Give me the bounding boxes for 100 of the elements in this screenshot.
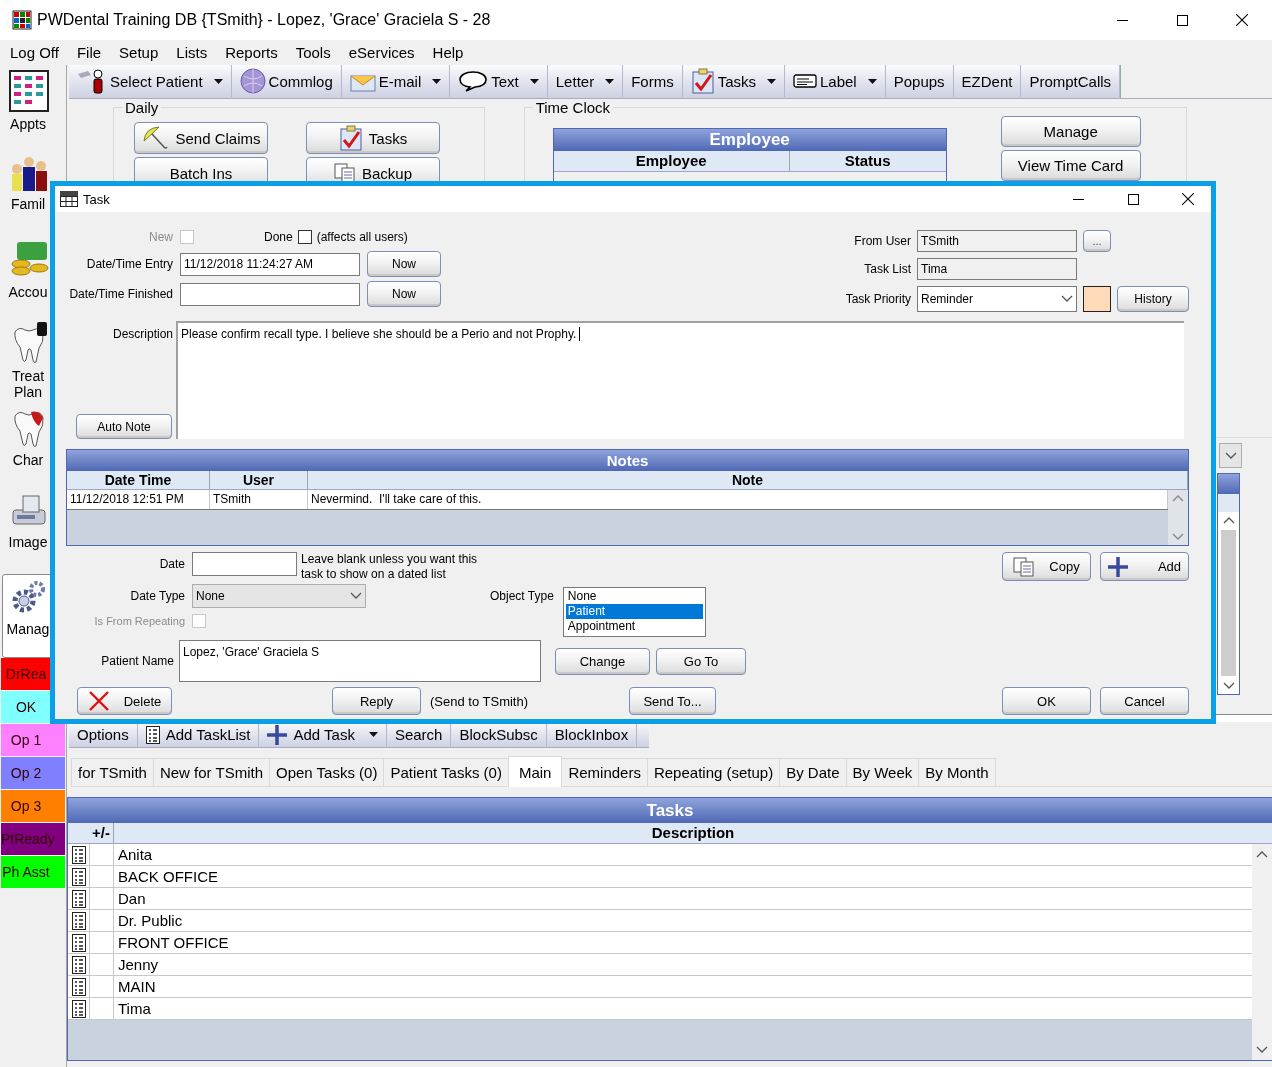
- checkbox[interactable]: [297, 230, 312, 244]
- list-icon: [145, 725, 160, 744]
- tab[interactable]: Main: [507, 756, 563, 787]
- toolbar-button[interactable]: Label: [785, 65, 886, 97]
- cancel-button[interactable]: Cancel: [1100, 687, 1189, 715]
- card-icon: [793, 74, 817, 88]
- change-button[interactable]: Change: [555, 647, 650, 675]
- dropdown-field[interactable]: Reminder: [917, 286, 1077, 312]
- status-button[interactable]: Ph Asst: [1, 856, 65, 888]
- browse-button[interactable]: ...: [1083, 230, 1111, 252]
- dropdown-field[interactable]: None: [192, 584, 366, 608]
- status-button[interactable]: Op 3: [1, 790, 65, 822]
- daily-button[interactable]: Send Claims: [134, 122, 268, 154]
- grid-icon: [12, 10, 32, 30]
- cross-icon: [87, 690, 110, 712]
- plus-icon: [1107, 556, 1128, 577]
- table-cell[interactable]: Nevermind. I'll take care of this.: [308, 490, 1168, 509]
- menu-item[interactable]: Help: [423, 40, 473, 65]
- calendar-grid-icon: [9, 70, 49, 112]
- module-button[interactable]: Appts: [2, 65, 65, 149]
- tab[interactable]: By Month: [918, 758, 996, 786]
- toolbar-button[interactable]: Letter: [547, 65, 624, 97]
- toolbar-button[interactable]: Forms: [623, 65, 683, 97]
- toolbar-button[interactable]: EZDent: [953, 65, 1022, 97]
- menu-item[interactable]: eServices: [339, 40, 424, 65]
- module-button[interactable]: Treat Plan: [2, 317, 65, 401]
- add-button[interactable]: Add: [1100, 552, 1189, 581]
- field-label: Description: [112, 327, 173, 341]
- chevron-down-icon: [1172, 533, 1184, 541]
- dropdown-field[interactable]: [1219, 443, 1243, 468]
- menu-item[interactable]: Lists: [167, 40, 217, 65]
- field-label: Task List: [863, 262, 911, 276]
- menu-item[interactable]: Reports: [216, 40, 287, 65]
- toolbar-button[interactable]: Tasks: [682, 65, 785, 97]
- scrollbar[interactable]: [1213, 714, 1272, 722]
- chevron-down-icon: [1256, 1046, 1268, 1054]
- menu-item[interactable]: Log Off: [1, 40, 68, 65]
- module-button[interactable]: Char: [2, 401, 65, 485]
- time-clock-button[interactable]: View Time Card: [1000, 150, 1141, 181]
- field-label: Date/Time Finished: [68, 287, 173, 301]
- menu-item[interactable]: Tools: [286, 40, 340, 65]
- table-cell[interactable]: TSmith: [210, 490, 308, 509]
- table-cell[interactable]: 11/12/2018 12:51 PM: [67, 490, 210, 509]
- input-field[interactable]: Lopez, 'Grace' Graciela S: [179, 640, 541, 682]
- input-field[interactable]: 11/12/2018 11:24:27 AM: [180, 252, 360, 276]
- scrollbar[interactable]: [1168, 490, 1188, 545]
- field-label: Date: [158, 557, 185, 571]
- toolbar-button[interactable]: Select Patient: [69, 65, 232, 97]
- auto-note-button[interactable]: Auto Note: [76, 414, 172, 439]
- color-swatch[interactable]: [1083, 286, 1111, 312]
- reply-button[interactable]: Reply: [332, 687, 421, 715]
- column-header: Description: [650, 823, 736, 843]
- list-option[interactable]: Appointment: [565, 619, 703, 634]
- list-option[interactable]: None: [565, 589, 703, 604]
- menu-item[interactable]: Setup: [110, 40, 168, 65]
- caret-icon: [529, 78, 539, 84]
- group-title: Time Clock: [534, 99, 612, 116]
- window-title: PWDental Training DB {TSmith} - Lopez, 'Grace' Graciela S - 28: [37, 11, 491, 29]
- caret-icon: [213, 78, 223, 84]
- chevron-down-icon: [1222, 682, 1235, 690]
- history-button[interactable]: History: [1117, 286, 1189, 312]
- list-option[interactable]: Patient: [565, 604, 703, 619]
- description-field[interactable]: Please confirm recall type. I believe she should be a Perio and not Prophy.: [176, 321, 1184, 439]
- daily-button[interactable]: Tasks: [306, 122, 440, 154]
- copy-button[interactable]: Copy: [1002, 552, 1091, 581]
- caret-icon: [605, 78, 615, 84]
- module-button[interactable]: Image: [2, 485, 65, 569]
- ok-button[interactable]: OK: [1002, 687, 1091, 715]
- time-clock-button[interactable]: Manage: [1000, 116, 1141, 147]
- hint-text: Leave blank unless you want this task to show on a dated list: [301, 552, 479, 582]
- input-field[interactable]: [192, 552, 297, 576]
- toolbar-button[interactable]: E-mail: [341, 65, 451, 97]
- scrollbar[interactable]: [1252, 844, 1272, 1060]
- toolbar-button[interactable]: Text: [450, 65, 548, 97]
- column-header: Note: [308, 471, 1188, 489]
- caret-icon: [867, 78, 877, 84]
- field-label: From User: [853, 234, 911, 248]
- speech-bubble-icon: [458, 70, 489, 92]
- chevron-up-icon: [1256, 850, 1268, 858]
- toolbar-button[interactable]: PromptCalls: [1021, 65, 1121, 97]
- delete-button[interactable]: Delete: [77, 687, 172, 715]
- now-button[interactable]: Now: [367, 281, 441, 307]
- status-button[interactable]: Op 1: [1, 724, 65, 756]
- caret-icon: [767, 78, 776, 84]
- maximize-icon: [1127, 193, 1139, 205]
- toolbar-button[interactable]: Popups: [885, 65, 954, 97]
- now-button[interactable]: Now: [367, 251, 441, 277]
- tab[interactable]: for TSmith: [71, 758, 154, 786]
- toolbar-button[interactable]: Commlog: [231, 65, 342, 97]
- module-button[interactable]: Famil: [2, 149, 65, 233]
- chevron-down-icon: [350, 592, 362, 600]
- list-box[interactable]: None Patient Appointment: [562, 587, 706, 637]
- menu-item[interactable]: File: [67, 40, 111, 65]
- maximize-icon: [1176, 14, 1188, 26]
- input-field[interactable]: [180, 282, 360, 306]
- module-button[interactable]: Accou: [2, 233, 65, 317]
- caret-icon: [368, 732, 378, 737]
- go-to-button[interactable]: Go To: [656, 647, 746, 675]
- send-to-button[interactable]: Send To...: [629, 687, 717, 715]
- status-button[interactable]: Op 2: [1, 757, 65, 789]
